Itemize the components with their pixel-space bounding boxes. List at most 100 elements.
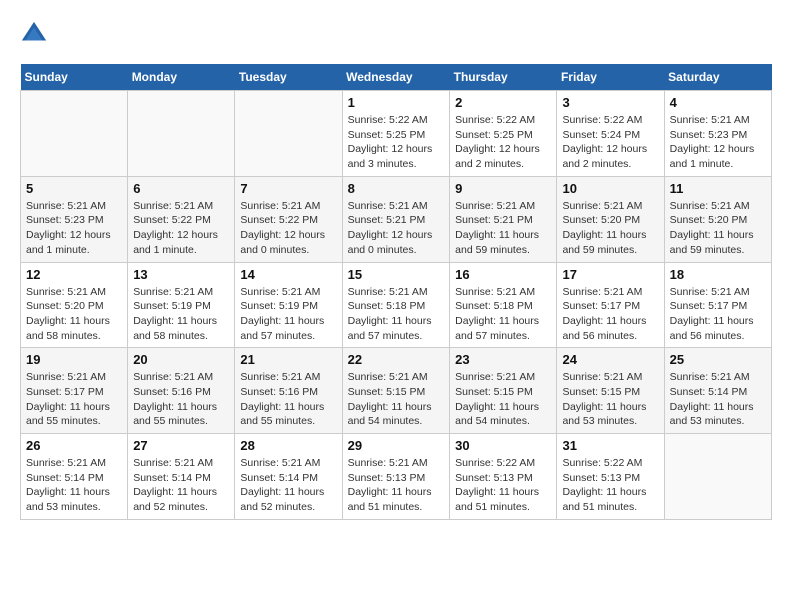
calendar-week-row: 12 Sunrise: 5:21 AM Sunset: 5:20 PM Dayli… (21, 262, 772, 348)
day-info: Sunrise: 5:21 AM Sunset: 5:17 PM Dayligh… (562, 285, 658, 344)
day-info: Sunrise: 5:21 AM Sunset: 5:21 PM Dayligh… (348, 199, 445, 258)
calendar-cell: 14 Sunrise: 5:21 AM Sunset: 5:19 PM Dayli… (235, 262, 342, 348)
calendar-cell: 29Sunrise: 5:21 AM Sunset: 5:13 PM Dayli… (342, 434, 450, 520)
day-info: Sunrise: 5:21 AM Sunset: 5:16 PM Dayligh… (133, 370, 229, 429)
day-number: 26 (26, 438, 122, 453)
day-number: 9 (455, 181, 551, 196)
day-of-week-header: Friday (557, 64, 664, 91)
day-number: 11 (670, 181, 766, 196)
calendar-cell: 18Sunrise: 5:21 AM Sunset: 5:17 PM Dayli… (664, 262, 771, 348)
day-number: 14 (240, 267, 336, 282)
calendar-cell: 12 Sunrise: 5:21 AM Sunset: 5:20 PM Dayli… (21, 262, 128, 348)
day-number: 20 (133, 352, 229, 367)
day-of-week-header: Wednesday (342, 64, 450, 91)
day-number: 21 (240, 352, 336, 367)
calendar-cell: 28 Sunrise: 5:21 AM Sunset: 5:14 PM Dayli… (235, 434, 342, 520)
calendar-cell: 15Sunrise: 5:21 AM Sunset: 5:18 PM Dayli… (342, 262, 450, 348)
day-info: Sunrise: 5:21 AM Sunset: 5:20 PM Dayligh… (562, 199, 658, 258)
day-info: Sunrise: 5:21 AM Sunset: 5:22 PM Dayligh… (240, 199, 336, 258)
day-info: Sunrise: 5:21 AM Sunset: 5:19 PM Dayligh… (133, 285, 229, 344)
calendar-cell: 20 Sunrise: 5:21 AM Sunset: 5:16 PM Dayli… (128, 348, 235, 434)
day-number: 6 (133, 181, 229, 196)
day-info: Sunrise: 5:21 AM Sunset: 5:20 PM Dayligh… (26, 285, 122, 344)
day-number: 3 (562, 95, 658, 110)
calendar-cell: 1 Sunrise: 5:22 AM Sunset: 5:25 PM Daylig… (342, 91, 450, 177)
calendar-cell: 5Sunrise: 5:21 AM Sunset: 5:23 PM Daylig… (21, 176, 128, 262)
calendar-week-row: 1 Sunrise: 5:22 AM Sunset: 5:25 PM Daylig… (21, 91, 772, 177)
day-number: 12 (26, 267, 122, 282)
day-number: 8 (348, 181, 445, 196)
day-number: 15 (348, 267, 445, 282)
calendar-week-row: 26 Sunrise: 5:21 AM Sunset: 5:14 PM Dayli… (21, 434, 772, 520)
day-info: Sunrise: 5:21 AM Sunset: 5:14 PM Dayligh… (670, 370, 766, 429)
day-of-week-header: Tuesday (235, 64, 342, 91)
day-info: Sunrise: 5:21 AM Sunset: 5:14 PM Dayligh… (26, 456, 122, 515)
day-number: 4 (670, 95, 766, 110)
calendar-cell: 22 Sunrise: 5:21 AM Sunset: 5:15 PM Dayli… (342, 348, 450, 434)
calendar-cell: 26 Sunrise: 5:21 AM Sunset: 5:14 PM Dayli… (21, 434, 128, 520)
day-info: Sunrise: 5:22 AM Sunset: 5:25 PM Dayligh… (348, 113, 445, 172)
day-info: Sunrise: 5:21 AM Sunset: 5:15 PM Dayligh… (562, 370, 658, 429)
day-number: 2 (455, 95, 551, 110)
day-info: Sunrise: 5:21 AM Sunset: 5:15 PM Dayligh… (348, 370, 445, 429)
page-header (20, 20, 772, 48)
day-number: 17 (562, 267, 658, 282)
day-info: Sunrise: 5:21 AM Sunset: 5:22 PM Dayligh… (133, 199, 229, 258)
day-info: Sunrise: 5:21 AM Sunset: 5:13 PM Dayligh… (348, 456, 445, 515)
calendar-cell: 3 Sunrise: 5:22 AM Sunset: 5:24 PM Daylig… (557, 91, 664, 177)
day-info: Sunrise: 5:21 AM Sunset: 5:16 PM Dayligh… (240, 370, 336, 429)
day-info: Sunrise: 5:22 AM Sunset: 5:25 PM Dayligh… (455, 113, 551, 172)
calendar-cell: 9 Sunrise: 5:21 AM Sunset: 5:21 PM Daylig… (450, 176, 557, 262)
calendar-cell (664, 434, 771, 520)
calendar-cell (128, 91, 235, 177)
calendar-cell: 7 Sunrise: 5:21 AM Sunset: 5:22 PM Daylig… (235, 176, 342, 262)
day-number: 19 (26, 352, 122, 367)
calendar-week-row: 5Sunrise: 5:21 AM Sunset: 5:23 PM Daylig… (21, 176, 772, 262)
day-info: Sunrise: 5:22 AM Sunset: 5:13 PM Dayligh… (455, 456, 551, 515)
calendar-cell: 19 Sunrise: 5:21 AM Sunset: 5:17 PM Dayli… (21, 348, 128, 434)
day-info: Sunrise: 5:21 AM Sunset: 5:15 PM Dayligh… (455, 370, 551, 429)
day-info: Sunrise: 5:21 AM Sunset: 5:21 PM Dayligh… (455, 199, 551, 258)
day-info: Sunrise: 5:21 AM Sunset: 5:18 PM Dayligh… (455, 285, 551, 344)
day-of-week-header: Saturday (664, 64, 771, 91)
day-info: Sunrise: 5:21 AM Sunset: 5:19 PM Dayligh… (240, 285, 336, 344)
day-number: 24 (562, 352, 658, 367)
day-number: 23 (455, 352, 551, 367)
day-number: 31 (562, 438, 658, 453)
calendar-cell: 17 Sunrise: 5:21 AM Sunset: 5:17 PM Dayli… (557, 262, 664, 348)
calendar-cell: 23 Sunrise: 5:21 AM Sunset: 5:15 PM Dayli… (450, 348, 557, 434)
calendar-cell: 8 Sunrise: 5:21 AM Sunset: 5:21 PM Daylig… (342, 176, 450, 262)
calendar-cell: 4 Sunrise: 5:21 AM Sunset: 5:23 PM Daylig… (664, 91, 771, 177)
day-info: Sunrise: 5:21 AM Sunset: 5:23 PM Dayligh… (670, 113, 766, 172)
calendar-cell: 31Sunrise: 5:22 AM Sunset: 5:13 PM Dayli… (557, 434, 664, 520)
day-number: 22 (348, 352, 445, 367)
day-info: Sunrise: 5:21 AM Sunset: 5:17 PM Dayligh… (670, 285, 766, 344)
logo[interactable] (20, 20, 52, 48)
calendar-cell: 13 Sunrise: 5:21 AM Sunset: 5:19 PM Dayli… (128, 262, 235, 348)
day-number: 30 (455, 438, 551, 453)
day-info: Sunrise: 5:22 AM Sunset: 5:24 PM Dayligh… (562, 113, 658, 172)
day-number: 25 (670, 352, 766, 367)
calendar-cell: 2 Sunrise: 5:22 AM Sunset: 5:25 PM Daylig… (450, 91, 557, 177)
calendar-cell: 16 Sunrise: 5:21 AM Sunset: 5:18 PM Dayli… (450, 262, 557, 348)
calendar-header-row: SundayMondayTuesdayWednesdayThursdayFrid… (21, 64, 772, 91)
day-number: 28 (240, 438, 336, 453)
calendar-cell: 11 Sunrise: 5:21 AM Sunset: 5:20 PM Dayli… (664, 176, 771, 262)
day-number: 27 (133, 438, 229, 453)
day-number: 10 (562, 181, 658, 196)
day-number: 7 (240, 181, 336, 196)
calendar-week-row: 19 Sunrise: 5:21 AM Sunset: 5:17 PM Dayli… (21, 348, 772, 434)
day-info: Sunrise: 5:21 AM Sunset: 5:14 PM Dayligh… (133, 456, 229, 515)
day-of-week-header: Thursday (450, 64, 557, 91)
day-number: 13 (133, 267, 229, 282)
calendar-cell: 30 Sunrise: 5:22 AM Sunset: 5:13 PM Dayli… (450, 434, 557, 520)
day-number: 1 (348, 95, 445, 110)
day-info: Sunrise: 5:21 AM Sunset: 5:17 PM Dayligh… (26, 370, 122, 429)
day-of-week-header: Sunday (21, 64, 128, 91)
day-number: 16 (455, 267, 551, 282)
day-info: Sunrise: 5:21 AM Sunset: 5:23 PM Dayligh… (26, 199, 122, 258)
calendar-cell: 10 Sunrise: 5:21 AM Sunset: 5:20 PM Dayli… (557, 176, 664, 262)
calendar-cell: 24 Sunrise: 5:21 AM Sunset: 5:15 PM Dayli… (557, 348, 664, 434)
day-info: Sunrise: 5:21 AM Sunset: 5:20 PM Dayligh… (670, 199, 766, 258)
day-info: Sunrise: 5:21 AM Sunset: 5:14 PM Dayligh… (240, 456, 336, 515)
